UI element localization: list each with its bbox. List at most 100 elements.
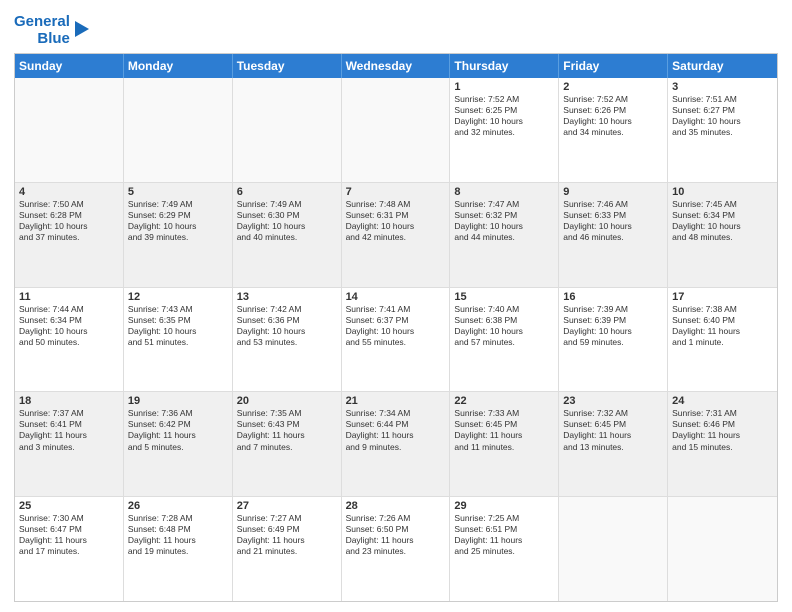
day-number: 5 (128, 186, 228, 198)
cal-cell: 2Sunrise: 7:52 AM Sunset: 6:26 PM Daylig… (559, 78, 668, 182)
logo: General Blue (14, 14, 89, 47)
cal-cell: 21Sunrise: 7:34 AM Sunset: 6:44 PM Dayli… (342, 392, 451, 496)
cal-cell: 27Sunrise: 7:27 AM Sunset: 6:49 PM Dayli… (233, 497, 342, 601)
cal-cell: 15Sunrise: 7:40 AM Sunset: 6:38 PM Dayli… (450, 288, 559, 392)
cal-week-row: 18Sunrise: 7:37 AM Sunset: 6:41 PM Dayli… (15, 392, 777, 497)
day-number: 9 (563, 186, 663, 198)
calendar-header-row: SundayMondayTuesdayWednesdayThursdayFrid… (15, 54, 777, 78)
calendar: SundayMondayTuesdayWednesdayThursdayFrid… (14, 53, 778, 602)
cal-cell: 6Sunrise: 7:49 AM Sunset: 6:30 PM Daylig… (233, 183, 342, 287)
day-number: 4 (19, 186, 119, 198)
calendar-body: 1Sunrise: 7:52 AM Sunset: 6:25 PM Daylig… (15, 78, 777, 601)
day-info: Sunrise: 7:40 AM Sunset: 6:38 PM Dayligh… (454, 304, 554, 348)
day-number: 14 (346, 291, 446, 303)
day-info: Sunrise: 7:52 AM Sunset: 6:25 PM Dayligh… (454, 94, 554, 138)
cal-cell: 3Sunrise: 7:51 AM Sunset: 6:27 PM Daylig… (668, 78, 777, 182)
day-number: 12 (128, 291, 228, 303)
logo-line1: General (14, 14, 70, 31)
day-info: Sunrise: 7:37 AM Sunset: 6:41 PM Dayligh… (19, 408, 119, 452)
cal-cell: 24Sunrise: 7:31 AM Sunset: 6:46 PM Dayli… (668, 392, 777, 496)
cal-header-thursday: Thursday (450, 54, 559, 78)
day-info: Sunrise: 7:42 AM Sunset: 6:36 PM Dayligh… (237, 304, 337, 348)
day-info: Sunrise: 7:30 AM Sunset: 6:47 PM Dayligh… (19, 513, 119, 557)
day-number: 10 (672, 186, 773, 198)
day-info: Sunrise: 7:31 AM Sunset: 6:46 PM Dayligh… (672, 408, 773, 452)
cal-cell: 18Sunrise: 7:37 AM Sunset: 6:41 PM Dayli… (15, 392, 124, 496)
day-number: 6 (237, 186, 337, 198)
cal-cell: 5Sunrise: 7:49 AM Sunset: 6:29 PM Daylig… (124, 183, 233, 287)
day-info: Sunrise: 7:28 AM Sunset: 6:48 PM Dayligh… (128, 513, 228, 557)
day-number: 17 (672, 291, 773, 303)
day-number: 8 (454, 186, 554, 198)
day-info: Sunrise: 7:44 AM Sunset: 6:34 PM Dayligh… (19, 304, 119, 348)
day-info: Sunrise: 7:39 AM Sunset: 6:39 PM Dayligh… (563, 304, 663, 348)
cal-cell: 4Sunrise: 7:50 AM Sunset: 6:28 PM Daylig… (15, 183, 124, 287)
header: General Blue (14, 10, 778, 47)
day-number: 18 (19, 395, 119, 407)
cal-cell (559, 497, 668, 601)
day-info: Sunrise: 7:49 AM Sunset: 6:30 PM Dayligh… (237, 199, 337, 243)
day-number: 7 (346, 186, 446, 198)
day-number: 3 (672, 81, 773, 93)
logo-arrow-icon (75, 21, 89, 37)
day-info: Sunrise: 7:26 AM Sunset: 6:50 PM Dayligh… (346, 513, 446, 557)
cal-cell (342, 78, 451, 182)
day-info: Sunrise: 7:36 AM Sunset: 6:42 PM Dayligh… (128, 408, 228, 452)
day-number: 11 (19, 291, 119, 303)
cal-header-sunday: Sunday (15, 54, 124, 78)
page: General Blue SundayMondayTuesdayWednesda… (0, 0, 792, 612)
cal-cell (124, 78, 233, 182)
day-info: Sunrise: 7:38 AM Sunset: 6:40 PM Dayligh… (672, 304, 773, 348)
day-number: 15 (454, 291, 554, 303)
day-number: 2 (563, 81, 663, 93)
day-info: Sunrise: 7:34 AM Sunset: 6:44 PM Dayligh… (346, 408, 446, 452)
day-number: 16 (563, 291, 663, 303)
day-number: 1 (454, 81, 554, 93)
day-number: 29 (454, 500, 554, 512)
cal-cell: 7Sunrise: 7:48 AM Sunset: 6:31 PM Daylig… (342, 183, 451, 287)
cal-cell: 14Sunrise: 7:41 AM Sunset: 6:37 PM Dayli… (342, 288, 451, 392)
cal-cell: 29Sunrise: 7:25 AM Sunset: 6:51 PM Dayli… (450, 497, 559, 601)
day-info: Sunrise: 7:45 AM Sunset: 6:34 PM Dayligh… (672, 199, 773, 243)
day-info: Sunrise: 7:51 AM Sunset: 6:27 PM Dayligh… (672, 94, 773, 138)
day-number: 28 (346, 500, 446, 512)
cal-header-friday: Friday (559, 54, 668, 78)
cal-cell: 28Sunrise: 7:26 AM Sunset: 6:50 PM Dayli… (342, 497, 451, 601)
cal-cell: 22Sunrise: 7:33 AM Sunset: 6:45 PM Dayli… (450, 392, 559, 496)
cal-cell (233, 78, 342, 182)
cal-week-row: 11Sunrise: 7:44 AM Sunset: 6:34 PM Dayli… (15, 288, 777, 393)
cal-cell: 23Sunrise: 7:32 AM Sunset: 6:45 PM Dayli… (559, 392, 668, 496)
day-info: Sunrise: 7:41 AM Sunset: 6:37 PM Dayligh… (346, 304, 446, 348)
day-number: 19 (128, 395, 228, 407)
cal-cell: 26Sunrise: 7:28 AM Sunset: 6:48 PM Dayli… (124, 497, 233, 601)
day-info: Sunrise: 7:48 AM Sunset: 6:31 PM Dayligh… (346, 199, 446, 243)
cal-cell: 16Sunrise: 7:39 AM Sunset: 6:39 PM Dayli… (559, 288, 668, 392)
cal-cell (15, 78, 124, 182)
day-info: Sunrise: 7:52 AM Sunset: 6:26 PM Dayligh… (563, 94, 663, 138)
day-number: 13 (237, 291, 337, 303)
cal-cell: 19Sunrise: 7:36 AM Sunset: 6:42 PM Dayli… (124, 392, 233, 496)
day-number: 22 (454, 395, 554, 407)
cal-week-row: 25Sunrise: 7:30 AM Sunset: 6:47 PM Dayli… (15, 497, 777, 601)
day-number: 24 (672, 395, 773, 407)
cal-cell: 25Sunrise: 7:30 AM Sunset: 6:47 PM Dayli… (15, 497, 124, 601)
cal-cell: 12Sunrise: 7:43 AM Sunset: 6:35 PM Dayli… (124, 288, 233, 392)
day-number: 27 (237, 500, 337, 512)
cal-header-saturday: Saturday (668, 54, 777, 78)
day-number: 25 (19, 500, 119, 512)
day-info: Sunrise: 7:33 AM Sunset: 6:45 PM Dayligh… (454, 408, 554, 452)
cal-header-tuesday: Tuesday (233, 54, 342, 78)
cal-cell: 11Sunrise: 7:44 AM Sunset: 6:34 PM Dayli… (15, 288, 124, 392)
day-number: 26 (128, 500, 228, 512)
cal-week-row: 1Sunrise: 7:52 AM Sunset: 6:25 PM Daylig… (15, 78, 777, 183)
cal-cell: 20Sunrise: 7:35 AM Sunset: 6:43 PM Dayli… (233, 392, 342, 496)
day-number: 20 (237, 395, 337, 407)
day-info: Sunrise: 7:49 AM Sunset: 6:29 PM Dayligh… (128, 199, 228, 243)
cal-cell: 1Sunrise: 7:52 AM Sunset: 6:25 PM Daylig… (450, 78, 559, 182)
cal-cell: 8Sunrise: 7:47 AM Sunset: 6:32 PM Daylig… (450, 183, 559, 287)
cal-week-row: 4Sunrise: 7:50 AM Sunset: 6:28 PM Daylig… (15, 183, 777, 288)
cal-cell: 17Sunrise: 7:38 AM Sunset: 6:40 PM Dayli… (668, 288, 777, 392)
day-info: Sunrise: 7:25 AM Sunset: 6:51 PM Dayligh… (454, 513, 554, 557)
cal-header-monday: Monday (124, 54, 233, 78)
day-info: Sunrise: 7:50 AM Sunset: 6:28 PM Dayligh… (19, 199, 119, 243)
